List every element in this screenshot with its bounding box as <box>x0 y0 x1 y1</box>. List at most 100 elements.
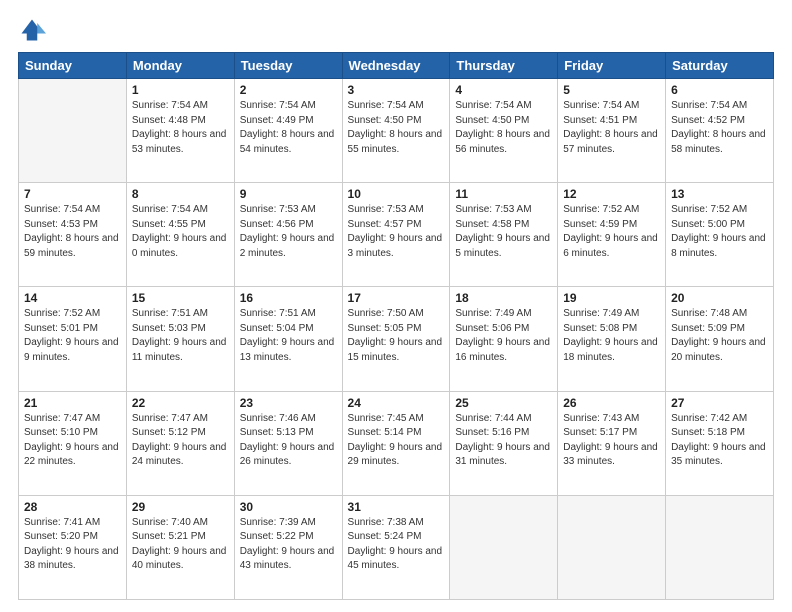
calendar-cell: 3 Sunrise: 7:54 AMSunset: 4:50 PMDaylight… <box>342 79 450 183</box>
calendar-table: SundayMondayTuesdayWednesdayThursdayFrid… <box>18 52 774 600</box>
day-number: 23 <box>240 396 337 410</box>
weekday-header-monday: Monday <box>126 53 234 79</box>
calendar-cell: 15 Sunrise: 7:51 AMSunset: 5:03 PMDayligh… <box>126 287 234 391</box>
day-number: 22 <box>132 396 229 410</box>
day-detail: Sunrise: 7:48 AMSunset: 5:09 PMDaylight:… <box>671 307 768 365</box>
calendar-cell: 7 Sunrise: 7:54 AMSunset: 4:53 PMDaylight… <box>19 183 127 287</box>
day-number: 11 <box>455 187 552 201</box>
day-detail: Sunrise: 7:50 AMSunset: 5:05 PMDaylight:… <box>348 307 445 365</box>
day-number: 27 <box>671 396 768 410</box>
calendar-cell: 1 Sunrise: 7:54 AMSunset: 4:48 PMDaylight… <box>126 79 234 183</box>
day-number: 3 <box>348 83 445 97</box>
day-detail: Sunrise: 7:38 AMSunset: 5:24 PMDaylight:… <box>348 516 445 574</box>
calendar-cell: 9 Sunrise: 7:53 AMSunset: 4:56 PMDaylight… <box>234 183 342 287</box>
header <box>18 16 774 44</box>
page: SundayMondayTuesdayWednesdayThursdayFrid… <box>0 0 792 612</box>
day-detail: Sunrise: 7:47 AMSunset: 5:10 PMDaylight:… <box>24 412 121 470</box>
day-detail: Sunrise: 7:49 AMSunset: 5:06 PMDaylight:… <box>455 307 552 365</box>
day-detail: Sunrise: 7:52 AMSunset: 5:01 PMDaylight:… <box>24 307 121 365</box>
calendar-cell: 24 Sunrise: 7:45 AMSunset: 5:14 PMDayligh… <box>342 391 450 495</box>
day-number: 31 <box>348 500 445 514</box>
calendar-cell <box>19 79 127 183</box>
day-number: 7 <box>24 187 121 201</box>
week-row: 21 Sunrise: 7:47 AMSunset: 5:10 PMDayligh… <box>19 391 774 495</box>
weekday-header-sunday: Sunday <box>19 53 127 79</box>
day-detail: Sunrise: 7:54 AMSunset: 4:51 PMDaylight:… <box>563 99 660 157</box>
calendar-cell: 18 Sunrise: 7:49 AMSunset: 5:06 PMDayligh… <box>450 287 558 391</box>
calendar-cell: 29 Sunrise: 7:40 AMSunset: 5:21 PMDayligh… <box>126 495 234 599</box>
calendar-cell: 31 Sunrise: 7:38 AMSunset: 5:24 PMDayligh… <box>342 495 450 599</box>
day-number: 20 <box>671 291 768 305</box>
day-number: 15 <box>132 291 229 305</box>
logo-icon <box>18 16 46 44</box>
calendar-cell: 4Sunrise: 7:54 AMSunset: 4:50 PMDaylight… <box>450 79 558 183</box>
day-number: 17 <box>348 291 445 305</box>
week-row: 7 Sunrise: 7:54 AMSunset: 4:53 PMDaylight… <box>19 183 774 287</box>
day-number: 29 <box>132 500 229 514</box>
logo <box>18 16 50 44</box>
weekday-header-friday: Friday <box>558 53 666 79</box>
day-detail: Sunrise: 7:54 AMSunset: 4:55 PMDaylight:… <box>132 203 229 261</box>
calendar-cell: 30 Sunrise: 7:39 AMSunset: 5:22 PMDayligh… <box>234 495 342 599</box>
day-detail: Sunrise: 7:39 AMSunset: 5:22 PMDaylight:… <box>240 516 337 574</box>
week-row: 28Sunrise: 7:41 AMSunset: 5:20 PMDayligh… <box>19 495 774 599</box>
day-detail: Sunrise: 7:53 AMSunset: 4:58 PMDaylight:… <box>455 203 552 261</box>
day-detail: Sunrise: 7:54 AMSunset: 4:50 PMDaylight:… <box>455 99 552 157</box>
day-detail: Sunrise: 7:52 AMSunset: 4:59 PMDaylight:… <box>563 203 660 261</box>
calendar-cell: 17 Sunrise: 7:50 AMSunset: 5:05 PMDayligh… <box>342 287 450 391</box>
day-detail: Sunrise: 7:41 AMSunset: 5:20 PMDaylight:… <box>24 516 121 574</box>
day-number: 18 <box>455 291 552 305</box>
day-number: 25 <box>455 396 552 410</box>
day-detail: Sunrise: 7:45 AMSunset: 5:14 PMDaylight:… <box>348 412 445 470</box>
day-number: 1 <box>132 83 229 97</box>
day-detail: Sunrise: 7:43 AMSunset: 5:17 PMDaylight:… <box>563 412 660 470</box>
calendar-cell <box>450 495 558 599</box>
day-number: 9 <box>240 187 337 201</box>
day-detail: Sunrise: 7:52 AMSunset: 5:00 PMDaylight:… <box>671 203 768 261</box>
week-row: 14 Sunrise: 7:52 AMSunset: 5:01 PMDayligh… <box>19 287 774 391</box>
calendar-cell: 26 Sunrise: 7:43 AMSunset: 5:17 PMDayligh… <box>558 391 666 495</box>
calendar-cell: 8Sunrise: 7:54 AMSunset: 4:55 PMDaylight… <box>126 183 234 287</box>
day-detail: Sunrise: 7:54 AMSunset: 4:49 PMDaylight:… <box>240 99 337 157</box>
day-number: 16 <box>240 291 337 305</box>
day-detail: Sunrise: 7:53 AMSunset: 4:57 PMDaylight:… <box>348 203 445 261</box>
day-detail: Sunrise: 7:54 AMSunset: 4:53 PMDaylight:… <box>24 203 121 261</box>
day-number: 2 <box>240 83 337 97</box>
weekday-header-tuesday: Tuesday <box>234 53 342 79</box>
day-detail: Sunrise: 7:42 AMSunset: 5:18 PMDaylight:… <box>671 412 768 470</box>
day-number: 6 <box>671 83 768 97</box>
calendar-cell: 23 Sunrise: 7:46 AMSunset: 5:13 PMDayligh… <box>234 391 342 495</box>
calendar-cell: 10 Sunrise: 7:53 AMSunset: 4:57 PMDayligh… <box>342 183 450 287</box>
day-number: 13 <box>671 187 768 201</box>
calendar-cell: 14 Sunrise: 7:52 AMSunset: 5:01 PMDayligh… <box>19 287 127 391</box>
calendar-cell: 13 Sunrise: 7:52 AMSunset: 5:00 PMDayligh… <box>666 183 774 287</box>
day-detail: Sunrise: 7:40 AMSunset: 5:21 PMDaylight:… <box>132 516 229 574</box>
day-number: 21 <box>24 396 121 410</box>
day-detail: Sunrise: 7:46 AMSunset: 5:13 PMDaylight:… <box>240 412 337 470</box>
day-number: 30 <box>240 500 337 514</box>
weekday-header-saturday: Saturday <box>666 53 774 79</box>
calendar-cell: 21 Sunrise: 7:47 AMSunset: 5:10 PMDayligh… <box>19 391 127 495</box>
day-number: 14 <box>24 291 121 305</box>
day-number: 26 <box>563 396 660 410</box>
day-detail: Sunrise: 7:53 AMSunset: 4:56 PMDaylight:… <box>240 203 337 261</box>
day-detail: Sunrise: 7:54 AMSunset: 4:50 PMDaylight:… <box>348 99 445 157</box>
day-detail: Sunrise: 7:51 AMSunset: 5:03 PMDaylight:… <box>132 307 229 365</box>
calendar-cell: 2 Sunrise: 7:54 AMSunset: 4:49 PMDaylight… <box>234 79 342 183</box>
week-row: 1 Sunrise: 7:54 AMSunset: 4:48 PMDaylight… <box>19 79 774 183</box>
day-number: 24 <box>348 396 445 410</box>
calendar-cell: 5Sunrise: 7:54 AMSunset: 4:51 PMDaylight… <box>558 79 666 183</box>
day-detail: Sunrise: 7:54 AMSunset: 4:52 PMDaylight:… <box>671 99 768 157</box>
day-detail: Sunrise: 7:51 AMSunset: 5:04 PMDaylight:… <box>240 307 337 365</box>
calendar-cell: 20 Sunrise: 7:48 AMSunset: 5:09 PMDayligh… <box>666 287 774 391</box>
day-detail: Sunrise: 7:49 AMSunset: 5:08 PMDaylight:… <box>563 307 660 365</box>
day-detail: Sunrise: 7:54 AMSunset: 4:48 PMDaylight:… <box>132 99 229 157</box>
day-number: 12 <box>563 187 660 201</box>
calendar-cell: 11 Sunrise: 7:53 AMSunset: 4:58 PMDayligh… <box>450 183 558 287</box>
day-number: 10 <box>348 187 445 201</box>
day-detail: Sunrise: 7:47 AMSunset: 5:12 PMDaylight:… <box>132 412 229 470</box>
calendar-cell: 12 Sunrise: 7:52 AMSunset: 4:59 PMDayligh… <box>558 183 666 287</box>
day-detail: Sunrise: 7:44 AMSunset: 5:16 PMDaylight:… <box>455 412 552 470</box>
calendar-cell <box>666 495 774 599</box>
weekday-header-thursday: Thursday <box>450 53 558 79</box>
